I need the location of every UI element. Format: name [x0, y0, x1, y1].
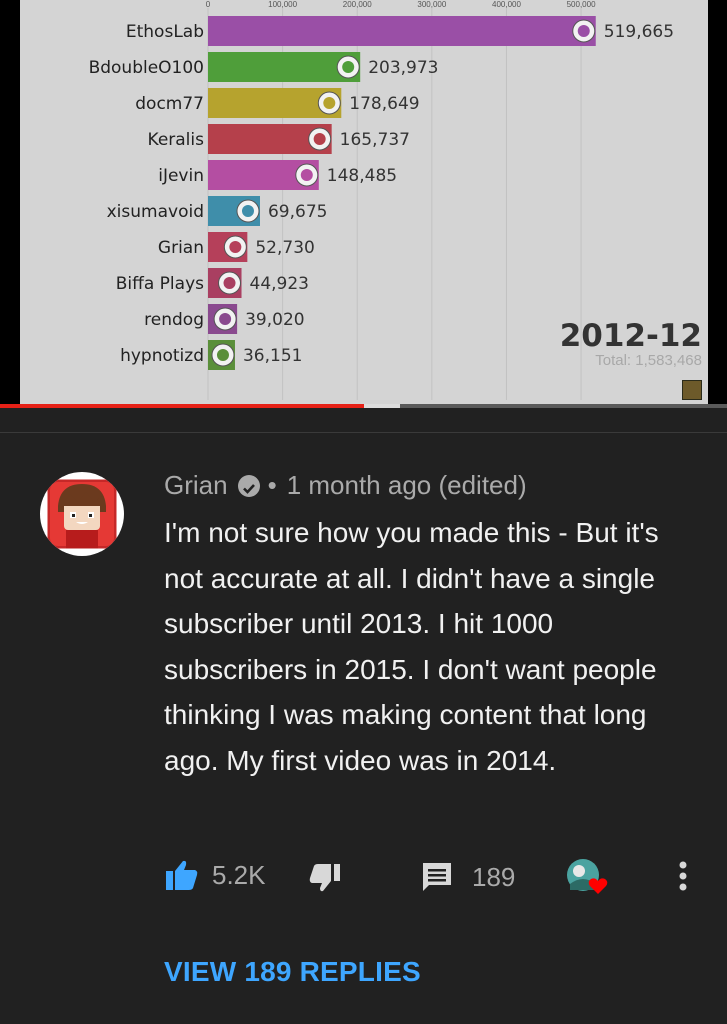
- channel-avatar-inner: [323, 97, 336, 109]
- comment-header: Grian • 1 month ago (edited): [164, 470, 527, 501]
- channel-avatar-inner: [342, 61, 355, 73]
- bar-category-label: Biffa Plays: [116, 274, 204, 294]
- bar-value-label: 36,151: [243, 346, 302, 366]
- bar-value-label: 44,923: [250, 274, 309, 294]
- bar-value-label: 148,485: [327, 166, 397, 186]
- bar-category-label: xisumavoid: [107, 202, 204, 222]
- total-label: Total: 1,583,468: [595, 352, 702, 369]
- bar-category-label: iJevin: [158, 166, 204, 186]
- progress-buffered: [363, 404, 400, 408]
- progress-played: [0, 404, 364, 408]
- channel-avatar-inner: [229, 241, 242, 253]
- x-tick-label: 400,000: [492, 0, 521, 9]
- like-button[interactable]: 5.2K: [164, 858, 266, 892]
- channel-avatar-inner: [313, 133, 326, 145]
- comment-actions: 5.2K 189: [164, 858, 704, 898]
- comment-time: 1 month ago (edited): [286, 470, 527, 500]
- bar-value-label: 165,737: [340, 130, 410, 150]
- video-player[interactable]: 0 100,000 200,000 300,000 400,000 500,000 Etho…: [0, 0, 727, 404]
- bar-chart-race-frame: 0 100,000 200,000 300,000 400,000 500,000 Etho…: [20, 0, 708, 404]
- bar-category-label: Grian: [158, 238, 204, 258]
- dislike-button[interactable]: [308, 862, 342, 894]
- like-count: 5.2K: [212, 859, 266, 890]
- bar-value-label: 519,665: [604, 22, 674, 42]
- x-tick-label: 200,000: [343, 0, 372, 9]
- channel-avatar-inner: [223, 277, 236, 289]
- view-replies-button[interactable]: VIEW 189 REPLIES: [164, 956, 421, 988]
- x-tick-label: 500,000: [567, 0, 596, 9]
- x-tick-label: 100,000: [268, 0, 297, 9]
- divider: [0, 432, 727, 433]
- reply-button[interactable]: 189: [420, 860, 515, 894]
- bar-category-label: Keralis: [148, 130, 205, 150]
- more-button[interactable]: [676, 858, 690, 894]
- bar-value-label: 203,973: [368, 58, 438, 78]
- bar-category-label: BdoubleO100: [89, 58, 204, 78]
- thumbs-up-icon: [166, 860, 198, 890]
- creator-heart: [566, 858, 610, 898]
- channel-avatar-inner: [300, 169, 313, 181]
- comment-text: I'm not sure how you made this - But it'…: [164, 517, 659, 776]
- channel-avatar-inner: [577, 25, 590, 37]
- date-label: 2012-12: [559, 318, 702, 354]
- bar-value-label: 69,675: [268, 202, 327, 222]
- reply-count: 189: [472, 861, 516, 892]
- progress-bar[interactable]: [0, 404, 727, 408]
- channel-avatar-inner: [241, 205, 254, 217]
- bar: [208, 16, 596, 46]
- channel-avatar-inner: [219, 313, 232, 325]
- bar-category-label: hypnotizd: [120, 346, 204, 366]
- creator-heart-icon: [588, 878, 608, 894]
- author-name[interactable]: Grian: [164, 470, 228, 501]
- thumbs-down-icon: [309, 864, 340, 892]
- x-tick-label: 0: [206, 0, 211, 9]
- bar-value-label: 39,020: [245, 310, 304, 330]
- avatar[interactable]: [40, 472, 124, 556]
- x-tick-label: 300,000: [417, 0, 446, 9]
- channel-avatar-inner: [216, 349, 229, 361]
- verified-badge-icon: [237, 474, 260, 497]
- channel-logo-icon: [682, 380, 702, 400]
- bar-category-label: docm77: [135, 94, 204, 114]
- comment-icon: [423, 863, 451, 891]
- more-vert-icon: [679, 861, 687, 891]
- bar-category-label: EthosLab: [126, 22, 204, 42]
- bar-value-label: 52,730: [255, 238, 314, 258]
- bar-value-label: 178,649: [349, 94, 419, 114]
- bar-category-label: rendog: [144, 310, 204, 330]
- separator: •: [267, 470, 277, 500]
